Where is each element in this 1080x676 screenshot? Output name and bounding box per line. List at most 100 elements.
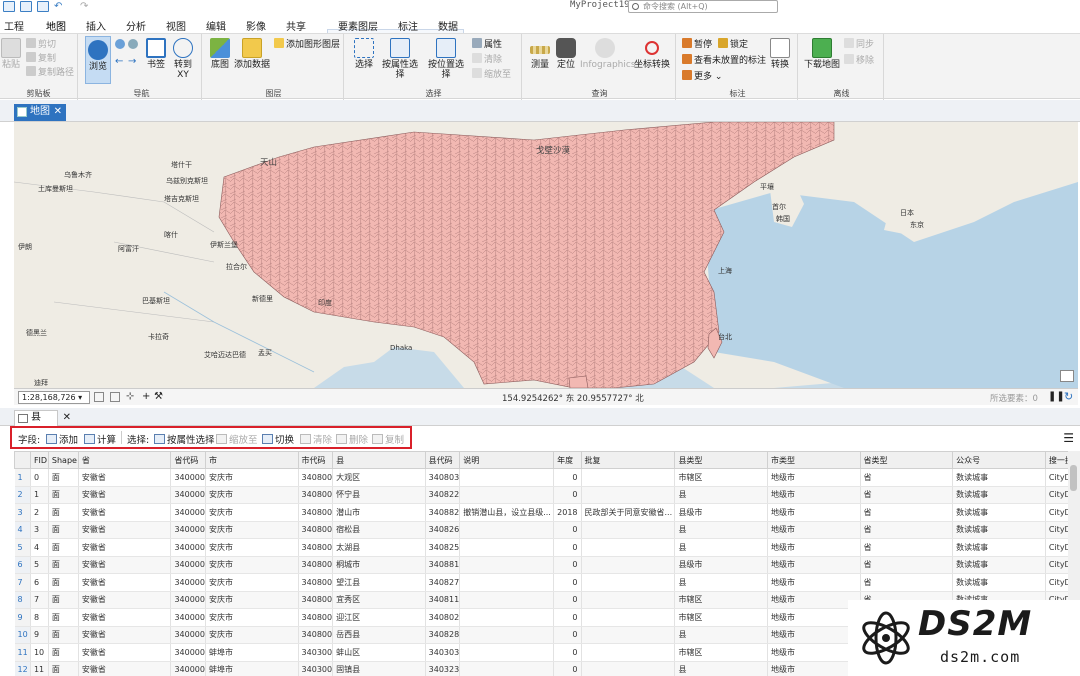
table-cell[interactable]: 县级市 [674, 503, 768, 522]
table-cell[interactable] [581, 643, 676, 662]
tab-feature-layer[interactable]: 要素图层 [338, 18, 378, 33]
table-cell[interactable]: 数读城事 [952, 556, 1046, 574]
table-cell[interactable]: 340800 [298, 573, 334, 592]
select-by-location-button[interactable]: 按位置选择 [424, 38, 468, 80]
tab-insert[interactable]: 插入 [86, 18, 106, 33]
table-cell[interactable]: 县 [674, 573, 768, 592]
table-cell[interactable]: 340000 [170, 661, 206, 676]
table-cell[interactable]: 安庆市 [205, 538, 299, 557]
table-cell[interactable] [581, 573, 676, 592]
column-header[interactable]: 县代码 [424, 451, 461, 469]
next-extent-icon[interactable]: → [128, 56, 136, 67]
table-cell[interactable]: 岳西县 [332, 626, 426, 644]
column-header[interactable]: 县 [332, 451, 426, 469]
add-data-button[interactable]: 添加数据 [234, 38, 270, 70]
table-cell[interactable]: 安庆市 [205, 468, 299, 487]
table-cell[interactable]: 数读城事 [952, 468, 1046, 487]
table-cell[interactable]: 县 [674, 661, 768, 676]
table-cell[interactable]: 数读城事 [952, 521, 1046, 539]
row-number[interactable]: 7 [14, 573, 31, 592]
table-cell[interactable]: 固镇县 [332, 661, 426, 676]
table-cell[interactable]: 340000 [170, 503, 206, 522]
table-cell[interactable]: 1 [30, 486, 49, 504]
bookmarks-button[interactable]: 书签 [144, 38, 168, 70]
table-cell[interactable]: 340300 [298, 643, 334, 662]
table-cell[interactable]: 安庆市 [205, 626, 299, 644]
table-row[interactable]: 5 4 面安徽省 340000 安庆市 340800 太湖县 340825 0 县地级市省数读城事… [14, 538, 1078, 557]
tab-edit[interactable]: 编辑 [206, 18, 226, 33]
table-cell[interactable]: 340800 [298, 521, 334, 539]
table-cell[interactable] [581, 661, 676, 676]
table-cell[interactable]: 340323 [425, 661, 461, 676]
table-cell[interactable]: 340881 [425, 556, 461, 574]
table-cell[interactable]: 340300 [298, 661, 334, 676]
table-cell[interactable] [459, 591, 555, 609]
goto-xy-button[interactable]: 转到 XY [170, 38, 196, 80]
table-cell[interactable]: 安徽省 [78, 591, 172, 609]
table-cell[interactable]: 340800 [298, 486, 334, 504]
column-header[interactable]: 年度 [553, 451, 582, 469]
table-cell[interactable]: 340000 [170, 538, 206, 557]
column-header[interactable] [14, 451, 31, 469]
close-icon[interactable]: ✕ [63, 411, 71, 425]
table-cell[interactable]: 蚌山区 [332, 643, 426, 662]
table-cell[interactable]: 340828 [425, 626, 461, 644]
table-cell[interactable]: 安徽省 [78, 486, 172, 504]
table-cell[interactable] [581, 556, 676, 574]
table-cell[interactable]: 面 [48, 591, 79, 609]
table-cell[interactable]: 340800 [298, 556, 334, 574]
table-cell[interactable]: 民政部关于同意安徽省... [581, 503, 676, 522]
table-cell[interactable]: 地级市 [767, 626, 861, 644]
table-cell[interactable]: 市辖区 [674, 468, 768, 487]
table-cell[interactable]: 340827 [425, 573, 461, 592]
pause-labels-button[interactable]: 暂停 [682, 38, 712, 50]
table-cell[interactable] [459, 556, 555, 574]
table-cell[interactable] [459, 538, 555, 557]
measure-button[interactable]: 测量 [527, 38, 553, 70]
table-cell[interactable]: 市辖区 [674, 643, 768, 662]
table-cell[interactable]: 面 [48, 626, 79, 644]
table-cell[interactable] [581, 468, 676, 487]
select-button[interactable]: 选择 [352, 38, 376, 70]
table-cell[interactable]: 安徽省 [78, 538, 172, 557]
table-cell[interactable]: 省 [860, 538, 954, 557]
refresh-icon[interactable]: ↻ [1064, 390, 1073, 403]
paste-button[interactable]: 粘贴 [1, 38, 21, 70]
column-header[interactable]: Shape [47, 451, 79, 469]
table-cell[interactable]: 县级市 [674, 556, 768, 574]
table-cell[interactable]: 潜山市 [332, 503, 426, 522]
tab-project[interactable]: 工程 [4, 18, 24, 33]
column-header[interactable]: 公众号 [952, 451, 1046, 469]
fixed-zoom-icon[interactable] [128, 39, 138, 49]
row-number[interactable]: 11 [14, 643, 31, 662]
table-cell[interactable]: 桐城市 [332, 556, 426, 574]
column-header[interactable]: FID [29, 451, 49, 469]
sync-button[interactable]: 同步 [844, 38, 874, 50]
grid-icon[interactable] [94, 392, 104, 402]
table-cell[interactable]: 省 [860, 468, 954, 487]
table-cell[interactable]: 340000 [170, 486, 206, 504]
table-cell[interactable]: 9 [30, 626, 49, 644]
new-project-icon[interactable] [3, 1, 15, 12]
table-row[interactable]: 3 2 面安徽省 340000 安庆市 340800 潜山市 340882 撤销潜山县，设立县级… [14, 503, 1078, 522]
table-cell[interactable]: 安庆市 [205, 503, 299, 522]
row-number[interactable]: 5 [14, 538, 31, 557]
table-cell[interactable]: 0 [553, 643, 582, 662]
table-cell[interactable]: 省 [860, 503, 954, 522]
download-map-button[interactable]: 下载地图 [803, 38, 841, 70]
table-icon[interactable] [110, 392, 120, 402]
column-header[interactable]: 市代码 [297, 451, 334, 469]
table-cell[interactable]: 地级市 [767, 591, 861, 609]
table-cell[interactable]: 340000 [170, 468, 206, 487]
table-cell[interactable] [581, 626, 676, 644]
table-cell[interactable]: 面 [48, 468, 79, 487]
table-cell[interactable]: 340800 [298, 503, 334, 522]
row-number[interactable]: 4 [14, 521, 31, 539]
table-cell[interactable]: 面 [48, 643, 79, 662]
map-view-tab[interactable]: 地图 ✕ [14, 104, 66, 121]
table-cell[interactable] [459, 626, 555, 644]
table-cell[interactable]: 0 [553, 538, 582, 557]
table-cell[interactable]: 0 [553, 468, 582, 487]
table-cell[interactable]: 省 [860, 521, 954, 539]
table-cell[interactable]: 340800 [298, 538, 334, 557]
